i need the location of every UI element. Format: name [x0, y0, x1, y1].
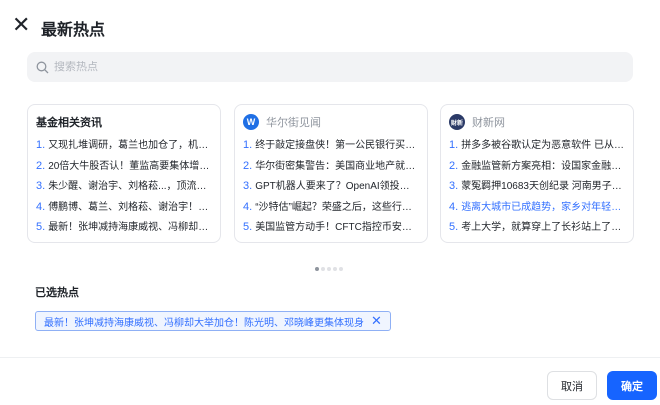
list-item[interactable]: 3. 蒙冤羁押10683天创纪录 河南男子谭... — [449, 176, 625, 197]
selected-tag-label: 最新！张坤减持海康威视、冯柳却大举加仓！陈光明、邓晓峰更集体现身 — [44, 317, 364, 329]
selected-section-title: 已选热点 — [35, 287, 79, 299]
carousel-pagination — [315, 267, 343, 271]
list-item[interactable]: 4. 傅鹏博、葛兰、刘格菘、谢治宇！四... — [36, 197, 212, 218]
cancel-button[interactable]: 取消 — [547, 371, 597, 400]
card-title: 财新网 — [472, 117, 505, 129]
search-input[interactable] — [54, 61, 633, 73]
page-dot[interactable] — [327, 267, 331, 271]
list-item[interactable]: 3. 朱少醒、谢治宇、刘格菘...，顶流最... — [36, 176, 212, 197]
remove-tag-icon[interactable]: ✕ — [371, 313, 382, 329]
list-item[interactable]: 2. 金融监管新方案亮相：设国家金融监... — [449, 156, 625, 177]
list-item[interactable]: 4. 逃离大城市已成趋势，家乡对年轻人... — [449, 197, 625, 218]
selected-tag: 最新！张坤减持海康威视、冯柳却大举加仓！陈光明、邓晓峰更集体现身 ✕ — [35, 311, 391, 331]
page-title: 最新热点 — [41, 22, 106, 39]
hot-card-fund: 基金相关资讯 1. 又现扎堆调研，葛兰也加仓了，机构... 2. 20倍大牛股否认！… — [27, 104, 221, 243]
page-dot[interactable] — [321, 267, 325, 271]
search-icon — [36, 61, 49, 73]
footer-divider — [0, 357, 660, 358]
list-item[interactable]: 4. “沙特估”崛起？荣盛之后，这些行业... — [243, 197, 419, 218]
list-item[interactable]: 1. 又现扎堆调研，葛兰也加仓了，机构... — [36, 135, 212, 156]
list-item[interactable]: 1. 终于敲定接盘侠！第一公民银行买下... — [243, 135, 419, 156]
search-bar[interactable] — [27, 52, 633, 82]
list-item[interactable]: 3. GPT机器人要来了？OpenAI领投挪威... — [243, 176, 419, 197]
list-item[interactable]: 5. 最新！张坤减持海康威视、冯柳却大... — [36, 217, 212, 238]
list-item[interactable]: 2. 华尔街密集警告：美国商业地产就是... — [243, 156, 419, 177]
list-item[interactable]: 5. 考上大学，就算穿上了长衫站上了高... — [449, 217, 625, 238]
wallstreetcn-logo-icon: W — [243, 114, 259, 130]
hot-card-caixin: 财新 财新网 1. 拼多多被谷歌认定为恶意软件 已从谷... 2. 金融监管新方案亮相… — [440, 104, 634, 243]
page-dot[interactable] — [315, 267, 319, 271]
list-item[interactable]: 5. 美国监管方动手！CFTC指控币安和... — [243, 217, 419, 238]
card-title: 基金相关资讯 — [36, 117, 102, 129]
list-item[interactable]: 2. 20倍大牛股否认！董监高要集体增持... — [36, 156, 212, 177]
caixin-logo-icon: 财新 — [449, 114, 465, 130]
list-item[interactable]: 1. 拼多多被谷歌认定为恶意软件 已从谷... — [449, 135, 625, 156]
confirm-button[interactable]: 确定 — [607, 371, 657, 400]
card-title: 华尔街见闻 — [266, 117, 321, 129]
page-dot[interactable] — [339, 267, 343, 271]
hot-card-wallstreetcn: W 华尔街见闻 1. 终于敲定接盘侠！第一公民银行买下... 2. 华尔街密集警告：美… — [234, 104, 428, 243]
close-icon[interactable]: ✕ — [12, 14, 30, 36]
page-dot[interactable] — [333, 267, 337, 271]
